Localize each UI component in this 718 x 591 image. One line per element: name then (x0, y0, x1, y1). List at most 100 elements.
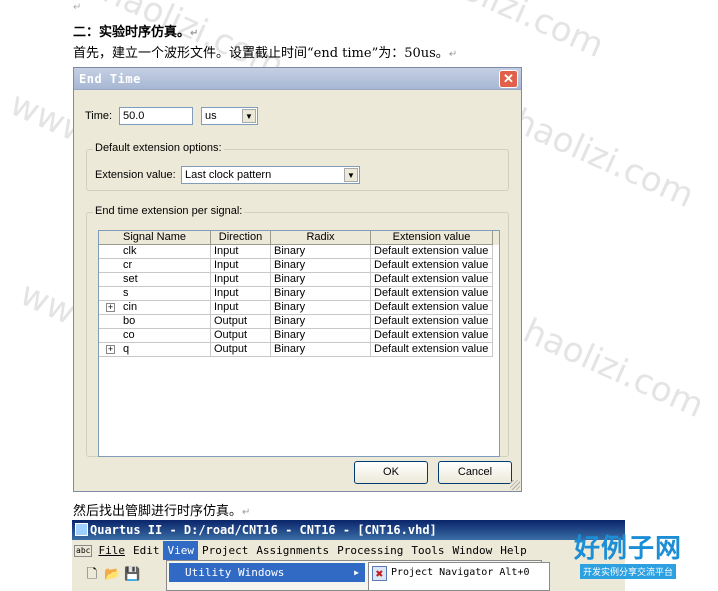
quartus-menubar: abc File Edit View Project Assignments P… (72, 540, 625, 561)
cancel-button[interactable]: Cancel (438, 461, 512, 484)
new-file-icon[interactable]: 🗋 (84, 566, 100, 582)
radix-cell: Binary (271, 315, 371, 329)
submenu-arrow-icon: ▶ (354, 568, 359, 577)
default-extension-group-title: Default extension options: (93, 142, 224, 154)
direction-cell: Output (211, 343, 271, 357)
extension-cell[interactable]: Default extension value (371, 273, 493, 287)
document-heading: 二：实验时序仿真。↵ (73, 21, 198, 40)
document-after-text: 然后找出管脚进行时序仿真。↵ (73, 500, 250, 519)
close-icon[interactable]: ✕ (499, 70, 518, 88)
extension-cell[interactable]: Default extension value (371, 301, 493, 315)
time-label: Time: (85, 110, 113, 122)
table-row[interactable]: + cin Input Binary Default extension valu… (99, 301, 499, 315)
project-navigator-icon: ✖ (372, 566, 387, 582)
signal-name-cell: clk (99, 245, 211, 259)
col-header-direction[interactable]: Direction (211, 231, 271, 245)
table-row[interactable]: set Input Binary Default extension value (99, 273, 499, 287)
time-input[interactable]: 50.0 (119, 107, 193, 125)
direction-cell: Input (211, 301, 271, 315)
col-header-extension-value[interactable]: Extension value (371, 231, 493, 245)
radix-cell: Binary (271, 273, 371, 287)
menu-edit[interactable]: Edit (129, 541, 164, 560)
menu-help[interactable]: Help (496, 541, 531, 560)
paragraph-mark: ↵ (242, 507, 251, 518)
signal-table: Signal Name Direction Radix Extension va… (98, 230, 500, 457)
extension-cell[interactable]: Default extension value (371, 245, 493, 259)
utility-windows-label: Utility Windows (185, 566, 285, 579)
save-icon[interactable]: 💾 (124, 566, 140, 582)
menu-project[interactable]: Project (198, 541, 252, 560)
direction-cell: Output (211, 329, 271, 343)
extension-value-current: Last clock pattern (185, 169, 272, 181)
dropdown-arrow-icon[interactable]: ▼ (344, 168, 358, 182)
signal-name-cell: cr (99, 259, 211, 273)
table-row[interactable]: bo Output Binary Default extension value (99, 315, 499, 329)
direction-cell: Input (211, 245, 271, 259)
abc-icon: abc (74, 544, 93, 557)
menu-item-utility-windows[interactable]: Utility Windows ▶ (169, 563, 365, 582)
col-header-signal-name[interactable]: Signal Name (99, 231, 211, 245)
menu-processing[interactable]: Processing (333, 541, 407, 560)
direction-cell: Input (211, 287, 271, 301)
dialog-titlebar[interactable]: End Time ✕ (74, 68, 521, 90)
quartus-titlebar[interactable]: Quartus II - D:/road/CNT16 - CNT16 - [CN… (72, 520, 625, 540)
menu-tools[interactable]: Tools (407, 541, 448, 560)
radix-cell: Binary (271, 245, 371, 259)
open-folder-icon[interactable]: 📂 (104, 566, 120, 582)
logo-subtitle: 开发实例分享交流平台 (579, 564, 676, 579)
signal-name-text: q (123, 343, 130, 355)
resize-grip[interactable] (510, 480, 520, 490)
extension-cell[interactable]: Default extension value (371, 287, 493, 301)
table-row[interactable]: clk Input Binary Default extension value (99, 245, 499, 259)
extension-cell[interactable]: Default extension value (371, 329, 493, 343)
radix-cell: Binary (271, 329, 371, 343)
heading-text: 二：实验时序仿真。 (73, 25, 191, 40)
extension-cell[interactable]: Default extension value (371, 315, 493, 329)
after-text: 然后找出管脚进行时序仿真。 (73, 504, 243, 519)
end-time-dialog: End Time ✕ Time: 50.0 us ▼ Default exten… (73, 67, 522, 492)
time-unit-value: us (205, 110, 217, 122)
document-intro: 首先，建立一个波形文件。设置截止时间“end time”为：50us。↵ (73, 42, 457, 61)
signal-name-cell: set (99, 273, 211, 287)
radix-cell: Binary (271, 259, 371, 273)
menu-item-project-navigator[interactable]: Project Navigator Alt+0 (391, 567, 530, 578)
extension-value-select[interactable]: Last clock pattern ▼ (181, 166, 360, 184)
direction-cell: Input (211, 273, 271, 287)
signal-name-cell: + q (99, 343, 211, 357)
per-signal-group-title: End time extension per signal: (93, 205, 245, 217)
intro-text: 首先，建立一个波形文件。设置截止时间“end time”为：50us。 (73, 46, 449, 61)
table-row[interactable]: co Output Binary Default extension value (99, 329, 499, 343)
direction-cell: Input (211, 259, 271, 273)
extension-value-label: Extension value: (95, 169, 176, 181)
signal-name-cell: s (99, 287, 211, 301)
radix-cell: Binary (271, 301, 371, 315)
table-row[interactable]: cr Input Binary Default extension value (99, 259, 499, 273)
extension-cell[interactable]: Default extension value (371, 259, 493, 273)
radix-cell: Binary (271, 343, 371, 357)
project-navigator-shortcut: Alt+0 (499, 567, 530, 578)
quartus-title: Quartus II - D:/road/CNT16 - CNT16 - [CN… (90, 523, 437, 537)
signal-name-cell: co (99, 329, 211, 343)
direction-cell: Output (211, 315, 271, 329)
paragraph-mark: ↵ (448, 49, 458, 60)
signal-name-cell: bo (99, 315, 211, 329)
dropdown-arrow-icon[interactable]: ▼ (242, 109, 256, 123)
time-unit-select[interactable]: us ▼ (201, 107, 258, 125)
menu-view[interactable]: View (163, 541, 198, 560)
expand-icon[interactable]: + (106, 303, 115, 312)
radix-cell: Binary (271, 287, 371, 301)
table-row[interactable]: s Input Binary Default extension value (99, 287, 499, 301)
menu-window[interactable]: Window (449, 541, 497, 560)
paragraph-mark: ↵ (73, 2, 82, 13)
site-logo: 好例子网 开发实例分享交流平台 (568, 534, 688, 584)
ok-button[interactable]: OK (354, 461, 428, 484)
table-row[interactable]: + q Output Binary Default extension value (99, 343, 499, 357)
utility-windows-submenu: ✖ Project Navigator Alt+0 (368, 562, 550, 591)
menu-assignments[interactable]: Assignments (252, 541, 333, 560)
extension-cell[interactable]: Default extension value (371, 343, 493, 357)
col-header-radix[interactable]: Radix (271, 231, 371, 245)
logo-title: 好例子网 (573, 534, 682, 564)
expand-icon[interactable]: + (106, 345, 115, 354)
quartus-app-icon (75, 523, 88, 536)
menu-file[interactable]: File (94, 541, 129, 560)
